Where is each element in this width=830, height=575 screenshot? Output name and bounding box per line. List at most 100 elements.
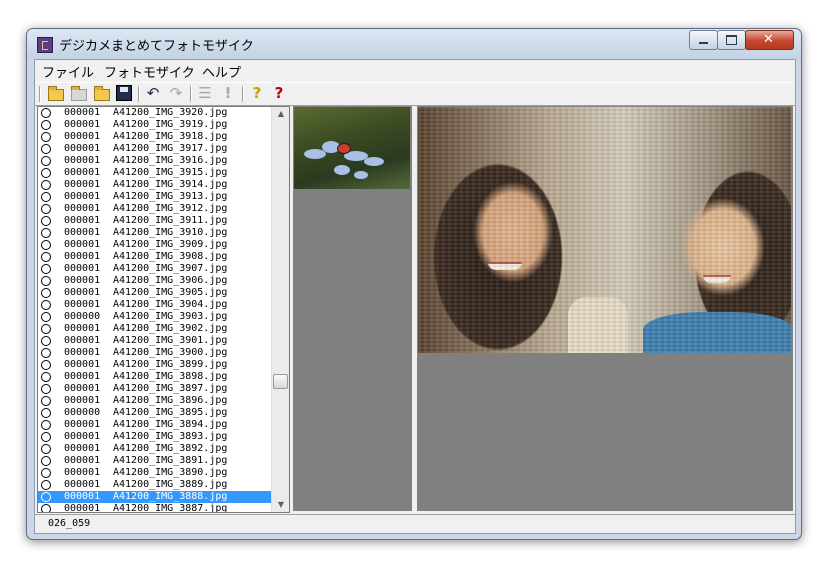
- list-item[interactable]: 000001 A41200_IMG_3897.jpg: [38, 383, 271, 395]
- folder-icon[interactable]: [94, 86, 110, 101]
- radio-icon[interactable]: [41, 288, 51, 298]
- tile-count: 000001: [64, 251, 101, 262]
- list-item[interactable]: 000001 A41200_IMG_3888.jpg: [38, 491, 271, 503]
- radio-icon[interactable]: [41, 456, 51, 466]
- radio-icon[interactable]: [41, 420, 51, 430]
- radio-icon[interactable]: [41, 180, 51, 190]
- radio-icon[interactable]: [41, 480, 51, 490]
- radio-icon[interactable]: [41, 108, 51, 118]
- radio-icon[interactable]: [41, 336, 51, 346]
- radio-icon[interactable]: [41, 468, 51, 478]
- menu-file[interactable]: ファイル: [42, 62, 94, 81]
- list-item[interactable]: 000001 A41200_IMG_3912.jpg: [38, 203, 271, 215]
- radio-icon[interactable]: [41, 252, 51, 262]
- list-item[interactable]: 000001 A41200_IMG_3899.jpg: [38, 359, 271, 371]
- radio-icon[interactable]: [41, 324, 51, 334]
- radio-icon[interactable]: [41, 408, 51, 418]
- radio-icon[interactable]: [41, 168, 51, 178]
- scroll-down-icon[interactable]: ▼: [272, 498, 289, 512]
- list-icon[interactable]: ☰: [197, 85, 213, 101]
- save-disk-icon[interactable]: [116, 85, 132, 101]
- tile-count: 000001: [64, 491, 101, 502]
- app-icon[interactable]: [37, 37, 53, 53]
- list-item[interactable]: 000001 A41200_IMG_3902.jpg: [38, 323, 271, 335]
- radio-icon[interactable]: [41, 240, 51, 250]
- radio-icon[interactable]: [41, 216, 51, 226]
- radio-icon[interactable]: [41, 204, 51, 214]
- redo-icon[interactable]: ↷: [168, 85, 184, 101]
- open-folder-icon[interactable]: [48, 86, 64, 101]
- minimize-button[interactable]: [689, 30, 718, 50]
- radio-icon[interactable]: [41, 192, 51, 202]
- list-item[interactable]: 000001 A41200_IMG_3918.jpg: [38, 131, 271, 143]
- radio-icon[interactable]: [41, 156, 51, 166]
- list-item[interactable]: 000001 A41200_IMG_3893.jpg: [38, 431, 271, 443]
- list-item[interactable]: 000001 A41200_IMG_3905.jpg: [38, 287, 271, 299]
- list-item[interactable]: 000001 A41200_IMG_3910.jpg: [38, 227, 271, 239]
- exclamation-icon[interactable]: !: [220, 85, 236, 101]
- menu-help[interactable]: ヘルプ: [202, 62, 241, 81]
- menu-photomosaic[interactable]: フォトモザイク: [104, 62, 195, 81]
- import-icon[interactable]: [71, 86, 87, 101]
- radio-icon[interactable]: [41, 396, 51, 406]
- radio-icon[interactable]: [41, 384, 51, 394]
- list-item[interactable]: 000001 A41200_IMG_3889.jpg: [38, 479, 271, 491]
- file-name: A41200_IMG_3902.jpg: [113, 323, 228, 334]
- list-item[interactable]: 000001 A41200_IMG_3915.jpg: [38, 167, 271, 179]
- list-item[interactable]: 000001 A41200_IMG_3891.jpg: [38, 455, 271, 467]
- radio-icon[interactable]: [41, 276, 51, 286]
- list-item[interactable]: 000000 A41200_IMG_3895.jpg: [38, 407, 271, 419]
- radio-icon[interactable]: [41, 228, 51, 238]
- list-scrollbar[interactable]: ▲ ▼: [271, 107, 289, 512]
- radio-icon[interactable]: [41, 300, 51, 310]
- file-list[interactable]: 000001 A41200_IMG_3920.jpg 000001 A41200_IM…: [37, 106, 290, 513]
- list-item[interactable]: 000001 A41200_IMG_3901.jpg: [38, 335, 271, 347]
- list-item[interactable]: 000001 A41200_IMG_3914.jpg: [38, 179, 271, 191]
- radio-icon[interactable]: [41, 372, 51, 382]
- radio-icon[interactable]: [41, 144, 51, 154]
- list-item[interactable]: 000001 A41200_IMG_3896.jpg: [38, 395, 271, 407]
- undo-icon[interactable]: ↶: [145, 85, 161, 101]
- file-name: A41200_IMG_3917.jpg: [113, 143, 228, 154]
- maximize-button[interactable]: [717, 30, 746, 50]
- radio-icon[interactable]: [41, 492, 51, 502]
- list-item[interactable]: 000001 A41200_IMG_3898.jpg: [38, 371, 271, 383]
- list-item[interactable]: 000001 A41200_IMG_3900.jpg: [38, 347, 271, 359]
- radio-icon[interactable]: [41, 444, 51, 454]
- photo-mosaic-image[interactable]: [418, 107, 791, 353]
- radio-icon[interactable]: [41, 120, 51, 130]
- list-item[interactable]: 000001 A41200_IMG_3892.jpg: [38, 443, 271, 455]
- list-item[interactable]: 000001 A41200_IMG_3906.jpg: [38, 275, 271, 287]
- list-item[interactable]: 000001 A41200_IMG_3916.jpg: [38, 155, 271, 167]
- list-item[interactable]: 000001 A41200_IMG_3907.jpg: [38, 263, 271, 275]
- list-item[interactable]: 000001 A41200_IMG_3908.jpg: [38, 251, 271, 263]
- list-item[interactable]: 000001 A41200_IMG_3904.jpg: [38, 299, 271, 311]
- list-item[interactable]: 000001 A41200_IMG_3909.jpg: [38, 239, 271, 251]
- context-help-icon[interactable]: ?: [271, 85, 287, 101]
- list-item[interactable]: 000001 A41200_IMG_3919.jpg: [38, 119, 271, 131]
- radio-icon[interactable]: [41, 432, 51, 442]
- tile-count: 000001: [64, 263, 101, 274]
- file-name: A41200_IMG_3899.jpg: [113, 359, 228, 370]
- radio-icon[interactable]: [41, 360, 51, 370]
- radio-icon[interactable]: [41, 348, 51, 358]
- tile-thumbnail-image[interactable]: [294, 107, 410, 189]
- list-item[interactable]: 000001 A41200_IMG_3890.jpg: [38, 467, 271, 479]
- file-name: A41200_IMG_3889.jpg: [113, 479, 228, 490]
- close-button[interactable]: ✕: [745, 30, 794, 50]
- list-item[interactable]: 000001 A41200_IMG_3911.jpg: [38, 215, 271, 227]
- radio-icon[interactable]: [41, 264, 51, 274]
- radio-icon[interactable]: [41, 132, 51, 142]
- radio-icon[interactable]: [41, 312, 51, 322]
- list-item[interactable]: 000001 A41200_IMG_3887.jpg: [38, 503, 271, 512]
- list-item[interactable]: 000001 A41200_IMG_3894.jpg: [38, 419, 271, 431]
- list-item[interactable]: 000001 A41200_IMG_3920.jpg: [38, 107, 271, 119]
- list-item[interactable]: 000000 A41200_IMG_3903.jpg: [38, 311, 271, 323]
- title-bar[interactable]: デジカメまとめてフォトモザイク ✕: [27, 29, 801, 59]
- scroll-thumb[interactable]: [273, 374, 288, 390]
- list-item[interactable]: 000001 A41200_IMG_3917.jpg: [38, 143, 271, 155]
- help-icon[interactable]: ?: [249, 85, 265, 101]
- scroll-up-icon[interactable]: ▲: [272, 107, 289, 121]
- list-item[interactable]: 000001 A41200_IMG_3913.jpg: [38, 191, 271, 203]
- radio-icon[interactable]: [41, 504, 51, 512]
